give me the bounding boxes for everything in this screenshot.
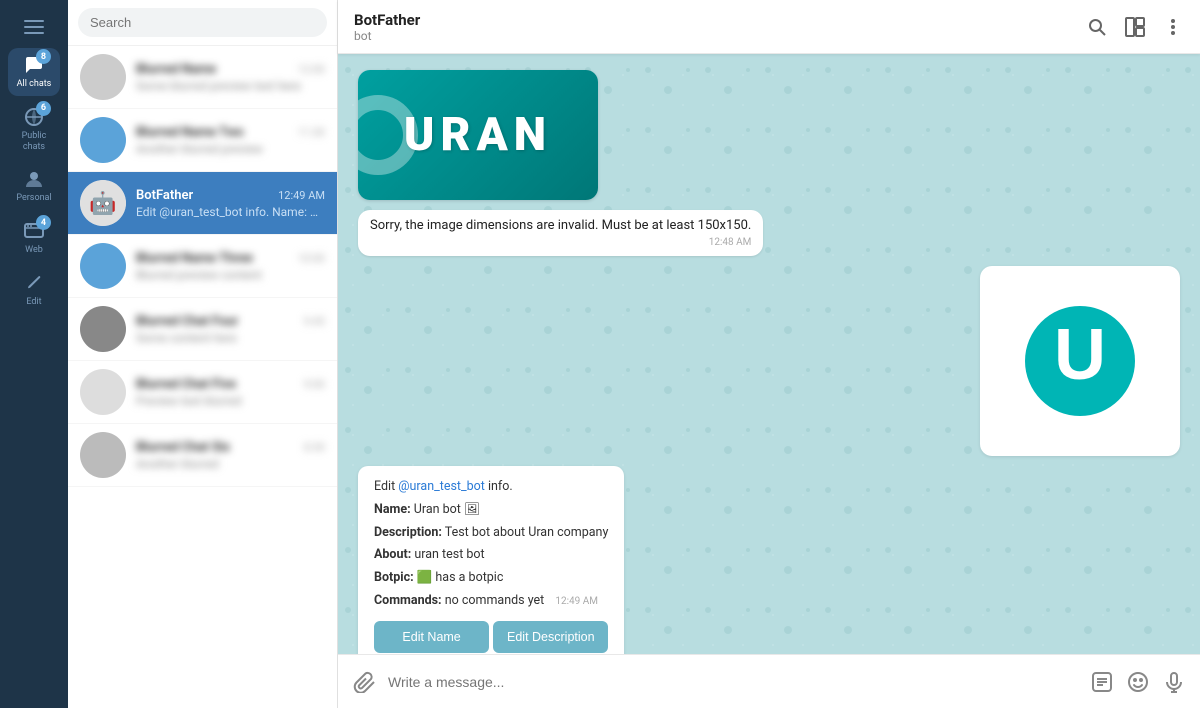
card-botpic: Botpic: 🟩 has a botpic (374, 569, 608, 588)
personal-icon (23, 168, 45, 190)
web-icon: 4 (23, 220, 45, 242)
message-bot-info: Edit @uran_test_bot info. Name: Uran bot… (358, 466, 1180, 654)
public-chats-label: Public chats (12, 131, 56, 153)
emoji-button[interactable] (1126, 670, 1150, 694)
card-description: Description: Test bot about Uran company (374, 524, 608, 543)
chat-header-info: BotFather bot (354, 11, 1086, 43)
chat-preview: Blurred preview content (136, 268, 325, 282)
edit-name-button[interactable]: Edit Name (374, 621, 489, 653)
chat-name: Blurred Name (136, 62, 216, 77)
chat-item-blurred-3[interactable]: Blurred Name Three 10:00 Blurred preview… (68, 235, 337, 298)
menu-icon (23, 16, 45, 38)
avatar (80, 369, 126, 415)
message-uran-text-image: URAN (358, 70, 1180, 200)
chat-name: Blurred Chat Six (136, 440, 230, 455)
avatar (80, 54, 126, 100)
botfather-time: 12:49 AM (278, 189, 325, 202)
all-chats-icon: 8 (23, 54, 45, 76)
chat-item-blurred-5[interactable]: Blurred Chat Five 9:00 Preview text blur… (68, 361, 337, 424)
chat-preview: Another blurred preview (136, 142, 325, 156)
chat-header: BotFather bot (338, 0, 1200, 54)
error-text: Sorry, the image dimensions are invalid.… (370, 218, 751, 233)
chat-item-blurred-2[interactable]: Blurred Name Two 11:30 Another blurred p… (68, 109, 337, 172)
personal-label: Personal (16, 193, 51, 204)
sidebar-menu[interactable] (8, 10, 60, 44)
search-button[interactable] (1086, 16, 1108, 38)
chat-preview: Preview text blurred (136, 394, 325, 408)
web-label: Web (25, 245, 43, 256)
bot-buttons-grid: Edit Name Edit Description Edit About Ed… (374, 621, 608, 655)
microphone-button[interactable] (1162, 670, 1186, 694)
uran-text: URAN (404, 108, 552, 162)
avatar (80, 306, 126, 352)
chat-time: 9:45 (304, 315, 325, 328)
bot-info-card: Edit @uran_test_bot info. Name: Uran bot… (358, 466, 624, 654)
chat-header-name: BotFather (354, 11, 1086, 29)
search-bar (68, 0, 337, 46)
chat-header-actions (1086, 16, 1184, 38)
card-about: About: uran test bot (374, 546, 608, 565)
chat-time: 10:00 (298, 252, 325, 265)
svg-text:U: U (1054, 315, 1106, 395)
card-commands: Commands: no commands yet 12:49 AM (374, 592, 608, 611)
sidebar-personal[interactable]: Personal (8, 162, 60, 210)
command-button[interactable] (1090, 670, 1114, 694)
svg-text:🤖: 🤖 (89, 191, 116, 217)
botfather-preview: Edit @uran_test_bot info. Name: Uran bot… (136, 205, 325, 219)
avatar (80, 432, 126, 478)
chat-preview: Some blurred preview text here (136, 79, 325, 93)
message-error: Sorry, the image dimensions are invalid.… (358, 210, 1180, 256)
error-time: 12:48 AM (370, 237, 751, 248)
message-uran-logo: U (358, 266, 1180, 456)
chat-preview: Some content here (136, 331, 325, 345)
chat-time: 9:00 (304, 378, 325, 391)
sidebar-edit[interactable]: Edit (8, 266, 60, 314)
more-options-button[interactable] (1162, 16, 1184, 38)
main-chat: BotFather bot (338, 0, 1200, 708)
chat-name: Blurred Chat Four (136, 314, 238, 329)
public-chats-icon: 6 (23, 106, 45, 128)
sidebar-all-chats[interactable]: 8 All chats (8, 48, 60, 96)
sidebar-web[interactable]: 4 Web (8, 214, 60, 262)
uran-logo-svg: U (1020, 301, 1140, 421)
input-bar (338, 654, 1200, 708)
chat-item-blurred-1[interactable]: Blurred Name 12:00 Some blurred preview … (68, 46, 337, 109)
botfather-name: BotFather (136, 188, 193, 203)
chat-name: Blurred Chat Five (136, 377, 236, 392)
edit-icon (23, 272, 45, 294)
uran-logo-card: U (980, 266, 1180, 456)
sidebar-public-chats[interactable]: 6 Public chats (8, 100, 60, 159)
chat-item-blurred-4[interactable]: Blurred Chat Four 9:45 Some content here (68, 298, 337, 361)
uran-text-image: URAN (358, 70, 598, 200)
edit-label: Edit (26, 297, 41, 308)
chat-name: Blurred Name Three (136, 251, 253, 266)
avatar (80, 117, 126, 163)
layout-button[interactable] (1124, 16, 1146, 38)
chat-list-panel: Blurred Name 12:00 Some blurred preview … (68, 0, 338, 708)
chat-time: 12:00 (298, 63, 325, 76)
message-input[interactable] (388, 674, 1078, 690)
error-bubble: Sorry, the image dimensions are invalid.… (358, 210, 763, 256)
search-input[interactable] (78, 8, 327, 37)
avatar (80, 243, 126, 289)
chat-time: 11:30 (298, 126, 325, 139)
card-header: Edit @uran_test_bot info. (374, 478, 608, 497)
edit-description-button[interactable]: Edit Description (493, 621, 608, 653)
chat-item-botfather[interactable]: 🤖 BotFather 12:49 AM Edit @uran_test_bot… (68, 172, 337, 235)
chat-time: 8:30 (304, 441, 325, 454)
avatar: 🤖 (80, 180, 126, 226)
attachment-button[interactable] (352, 670, 376, 694)
all-chats-label: All chats (17, 79, 52, 90)
chat-item-blurred-6[interactable]: Blurred Chat Six 8:30 Another blurred (68, 424, 337, 487)
sidebar: 8 All chats 6 Public chats Personal (0, 0, 68, 708)
messages-area[interactable]: URAN Sorry, the image dimensions are inv… (338, 54, 1200, 654)
chat-preview: Another blurred (136, 457, 325, 471)
chat-name: Blurred Name Two (136, 125, 244, 140)
card-name: Name: Uran bot 🖼 (374, 501, 608, 520)
chat-header-status: bot (354, 29, 1086, 43)
